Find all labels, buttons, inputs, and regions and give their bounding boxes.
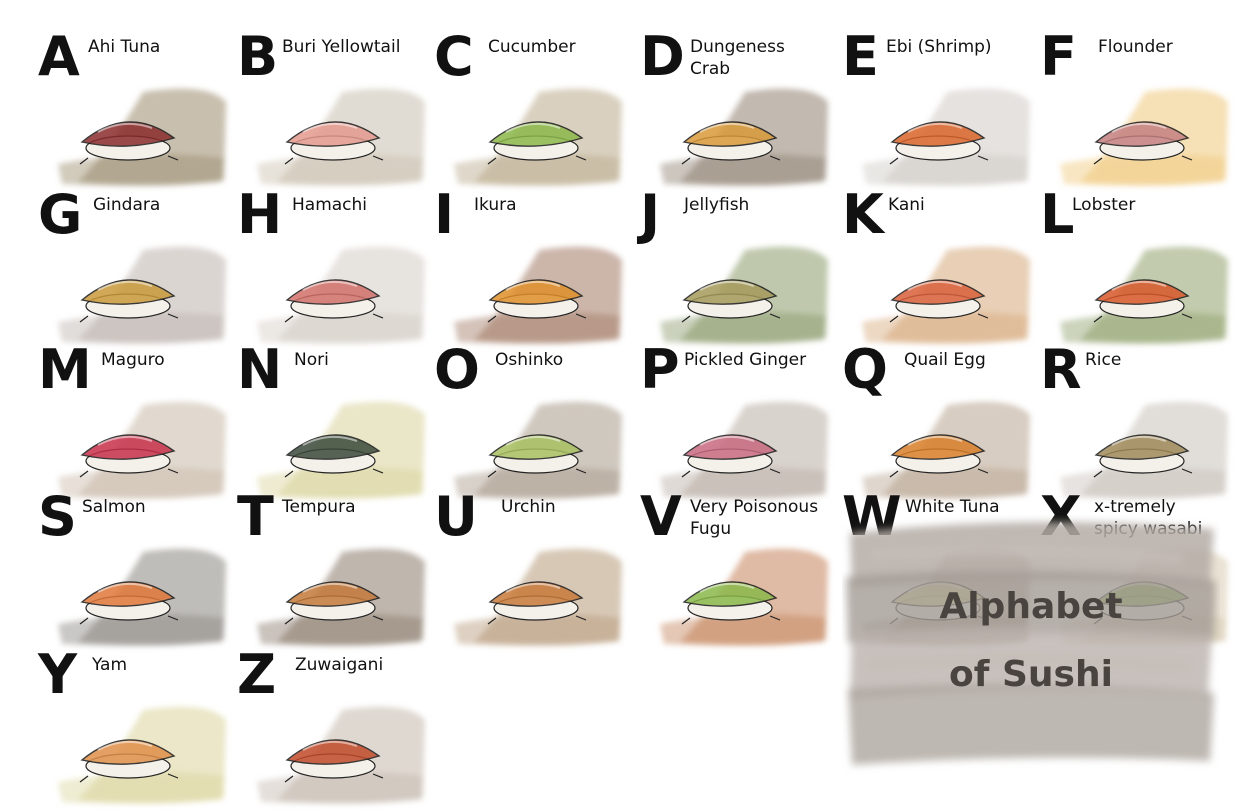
- sushi-tile: B Buri Yellowtail: [237, 30, 433, 188]
- tile-name: Ebi (Shrimp): [886, 36, 992, 58]
- sushi-illustration: [862, 246, 1030, 344]
- tile-name: Nori: [294, 349, 329, 371]
- sushi-illustration: [257, 548, 425, 646]
- sushi-illustration: [58, 88, 226, 186]
- tile-name-line-1: Yam: [92, 655, 128, 675]
- sushi-tile: P Pickled Ginger: [640, 343, 836, 501]
- tile-name: Flounder: [1098, 36, 1173, 58]
- tile-name-line-1: Hamachi: [292, 195, 368, 215]
- tile-name: Hamachi: [292, 194, 367, 216]
- tile-name-line-1: Ebi (Shrimp): [886, 37, 992, 57]
- sushi-tile: M Maguro: [38, 343, 234, 501]
- sushi-tile: L Lobster: [1040, 188, 1236, 346]
- tile-name-line-1: Lobster: [1072, 195, 1136, 215]
- sushi-illustration: [862, 401, 1030, 499]
- sushi-illustration: [257, 401, 425, 499]
- title-line-2: of Sushi: [949, 654, 1113, 695]
- tile-name-line-1: Quail Egg: [904, 350, 986, 370]
- tile-name: Cucumber: [488, 36, 576, 58]
- tile-name-line-1: Kani: [888, 195, 925, 215]
- tile-name: Buri Yellowtail: [282, 36, 400, 58]
- tile-name-line-1: Zuwaigani: [295, 655, 384, 675]
- tile-name-line-1: Tempura: [282, 497, 356, 517]
- tile-name-line-1: Ikura: [474, 195, 517, 215]
- sushi-illustration: [660, 401, 828, 499]
- sushi-illustration: [454, 246, 622, 344]
- tile-name: Kani: [888, 194, 925, 216]
- tile-name-line-1: Rice: [1085, 350, 1122, 370]
- tile-name-line-1: Gindara: [93, 195, 161, 215]
- tile-name: Urchin: [501, 496, 556, 518]
- sushi-tile: C Cucumber: [434, 30, 630, 188]
- tile-name: Ahi Tuna: [88, 36, 160, 58]
- sushi-illustration: [660, 246, 828, 344]
- tile-name: Tempura: [282, 496, 356, 518]
- sushi-tile: R Rice: [1040, 343, 1236, 501]
- sushi-illustration: [58, 246, 226, 344]
- sushi-illustration: [660, 88, 828, 186]
- tile-name-line-1: Maguro: [101, 350, 165, 370]
- sushi-tile: G Gindara: [38, 188, 234, 346]
- title-line-1: Alphabet: [939, 586, 1123, 627]
- tile-name-line-1: Buri Yellowtail: [282, 37, 401, 57]
- sushi-tile: H Hamachi: [237, 188, 433, 346]
- sushi-illustration: [454, 88, 622, 186]
- page-title: Alphabet of Sushi: [842, 573, 1220, 709]
- tile-name: Gindara: [93, 194, 160, 216]
- sushi-illustration: [454, 548, 622, 646]
- tile-name: Quail Egg: [904, 349, 986, 371]
- tile-name: Lobster: [1072, 194, 1135, 216]
- sushi-tile: A Ahi Tuna: [38, 30, 234, 188]
- tile-name-line-1: Salmon: [82, 497, 146, 517]
- sushi-illustration: [660, 548, 828, 646]
- sushi-tile: I Ikura: [434, 188, 630, 346]
- sushi-illustration: [454, 401, 622, 499]
- sushi-tile: K Kani: [842, 188, 1038, 346]
- sushi-tile: U Urchin: [434, 490, 630, 648]
- sushi-tile: J Jellyfish: [640, 188, 836, 346]
- sushi-illustration: [862, 88, 1030, 186]
- tile-name-line-1: Dungeness: [690, 37, 785, 57]
- sushi-illustration: [257, 706, 425, 804]
- tile-name: Zuwaigani: [295, 654, 383, 676]
- sushi-illustration: [1060, 401, 1228, 499]
- sushi-illustration: [257, 246, 425, 344]
- sushi-tile: S Salmon: [38, 490, 234, 648]
- sushi-tile: D Dungeness Crab: [640, 30, 836, 188]
- sushi-illustration: [58, 706, 226, 804]
- sushi-tile: F Flounder: [1040, 30, 1236, 188]
- title-panel: Alphabet of Sushi: [842, 515, 1220, 777]
- sushi-tile: Z Zuwaigani: [237, 648, 433, 806]
- tile-name-line-1: Very Poisonous: [690, 497, 819, 517]
- sushi-illustration: [58, 548, 226, 646]
- sushi-tile: V Very Poisonous Fugu: [640, 490, 836, 648]
- tile-name-line-1: Ahi Tuna: [88, 37, 161, 57]
- sushi-tile: N Nori: [237, 343, 433, 501]
- tile-name: Maguro: [101, 349, 165, 371]
- tile-name: Yam: [92, 654, 127, 676]
- tile-name-line-1: Pickled Ginger: [684, 350, 807, 370]
- tile-name-line-1: Jellyfish: [684, 195, 750, 215]
- sushi-tile: O Oshinko: [434, 343, 630, 501]
- sushi-tile: T Tempura: [237, 490, 433, 648]
- tile-name: Pickled Ginger: [684, 349, 806, 371]
- tile-name: Rice: [1085, 349, 1121, 371]
- tile-name: Ikura: [474, 194, 517, 216]
- tile-name: Oshinko: [495, 349, 563, 371]
- sushi-tile: Y Yam: [38, 648, 234, 806]
- sushi-illustration: [58, 401, 226, 499]
- tile-name-line-1: Cucumber: [488, 37, 576, 57]
- tile-name: Salmon: [82, 496, 146, 518]
- sushi-tile: E Ebi (Shrimp): [842, 30, 1038, 188]
- sushi-illustration: [1060, 88, 1228, 186]
- tile-name-line-1: Urchin: [501, 497, 556, 517]
- tile-name-line-1: Flounder: [1098, 37, 1173, 57]
- tile-name: Jellyfish: [684, 194, 749, 216]
- sushi-tile: Q Quail Egg: [842, 343, 1038, 501]
- sushi-illustration: [1060, 246, 1228, 344]
- tile-name-line-1: Nori: [294, 350, 329, 370]
- tile-name-line-1: Oshinko: [495, 350, 564, 370]
- sushi-illustration: [257, 88, 425, 186]
